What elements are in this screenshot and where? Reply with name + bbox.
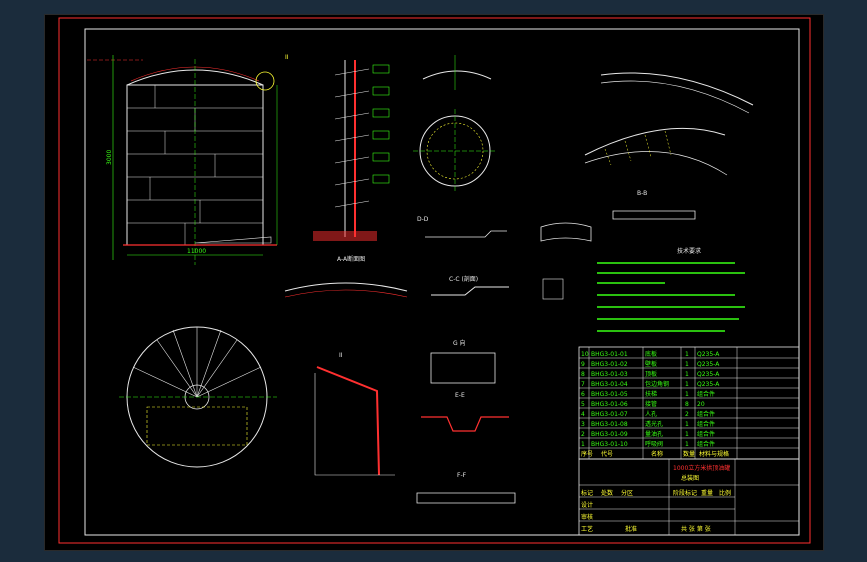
table-cell-name: 量油孔 — [645, 430, 663, 438]
tb-review: 审核 — [581, 513, 593, 521]
spiral-ladder-view — [313, 60, 390, 241]
table-cell-qty: 1 — [685, 431, 689, 438]
th-code: 代号 — [601, 450, 613, 458]
drawing-name: 总装图 — [681, 474, 699, 482]
view-details: G 向 E-E F-F — [416, 339, 516, 504]
table-cell-material: Q235-A — [697, 371, 720, 378]
table-row-index: 1 — [581, 441, 585, 448]
drawing-sheet: 3000 11000 II D-D B-B A-A断面图 C-C (剖面) 技术… — [44, 14, 824, 551]
base-dim: 11000 — [187, 248, 206, 255]
th-material: 材料与规格 — [699, 450, 729, 458]
table-cell-qty: 1 — [685, 441, 689, 448]
table-cell-name: 顶板 — [645, 370, 657, 378]
tb-scale: 比例 — [719, 489, 731, 497]
tb-label-marks: 标记 — [581, 489, 593, 497]
th-name: 名称 — [651, 450, 663, 458]
section-dd-label: D-D — [417, 216, 429, 223]
section-ee-label: E-E — [455, 392, 465, 399]
table-cell-code: BHG3-01-05 — [591, 391, 628, 398]
table-cell-name: 包边角钢 — [645, 380, 669, 388]
table-cell-qty: 1 — [685, 371, 689, 378]
manhole-plan: D-D — [413, 55, 507, 238]
table-cell-name: 人孔 — [645, 410, 657, 418]
table-row-index: 5 — [581, 401, 585, 408]
tb-label-zone: 分区 — [621, 489, 633, 497]
table-cell-code: BHG3-01-08 — [591, 421, 628, 428]
table-cell-code: BHG3-01-07 — [591, 411, 628, 418]
table-cell-code: BHG3-01-04 — [591, 381, 628, 388]
title-block: 1000立方米拱顶油罐 总装图 标记 处数 分区 设计 审核 工艺 批准 阶段标… — [578, 458, 800, 536]
table-cell-name: 底板 — [645, 350, 657, 358]
section-aa-label: A-A断面图 — [337, 255, 365, 263]
section-cc-label: C-C (剖面) — [449, 275, 478, 283]
table-row-index: 3 — [581, 421, 585, 428]
table-cell-material: 组合件 — [697, 410, 715, 418]
table-cell-code: BHG3-01-09 — [591, 431, 628, 438]
technical-notes: 技术要求 — [597, 247, 745, 332]
table-cell-material: 组合件 — [697, 440, 715, 448]
tb-approve: 批准 — [625, 525, 637, 533]
table-row-index: 10 — [581, 351, 589, 358]
tb-process: 工艺 — [581, 525, 593, 533]
table-cell-name: 壁板 — [645, 360, 657, 368]
table-cell-material: 组合件 — [697, 390, 715, 398]
height-dim: 3000 — [106, 150, 113, 165]
table-cell-qty: 1 — [685, 351, 689, 358]
table-cell-name: 呼吸阀 — [645, 440, 663, 448]
table-row-index: 2 — [581, 431, 585, 438]
table-cell-name: 接管 — [645, 400, 657, 408]
table-cell-qty: 1 — [685, 361, 689, 368]
table-cell-code: BHG3-01-02 — [591, 361, 628, 368]
table-cell-material: 组合件 — [697, 430, 715, 438]
table-cell-material: 组合件 — [697, 420, 715, 428]
detail-marker-ii: II — [285, 54, 289, 61]
table-row-index: 4 — [581, 411, 585, 418]
detail-ii: II — [314, 352, 395, 476]
cad-drawing: 3000 11000 II D-D B-B A-A断面图 C-C (剖面) 技术… — [58, 17, 811, 544]
th-qty: 数量 — [683, 450, 695, 458]
table-row-index: 8 — [581, 371, 585, 378]
tb-design: 设计 — [581, 501, 593, 509]
tb-stage: 阶段标记 — [673, 489, 697, 497]
table-cell-code: BHG3-01-06 — [591, 401, 628, 408]
table-row-index: 7 — [581, 381, 585, 388]
table-cell-name: 扶梯 — [645, 390, 657, 398]
detail-ii-label: II — [339, 352, 343, 359]
table-cell-name: 透光孔 — [645, 420, 663, 428]
tb-sheet-info: 共 张 第 张 — [681, 525, 711, 533]
table-cell-code: BHG3-01-01 — [591, 351, 628, 358]
project-name: 1000立方米拱顶油罐 — [673, 464, 730, 472]
table-cell-qty: 1 — [685, 391, 689, 398]
parts-table: 10 BHG3-01-01 底板 1 Q235-A 9 BHG3-01-02 壁板 1 Q235-… — [578, 346, 800, 460]
th-index: 序号 — [581, 450, 593, 458]
table-cell-material: Q235-A — [697, 361, 720, 368]
table-cell-code: BHG3-01-10 — [591, 441, 628, 448]
table-cell-qty: 1 — [685, 381, 689, 388]
section-ff-label: F-F — [457, 472, 467, 479]
table-row-index: 6 — [581, 391, 585, 398]
table-cell-material: 20 — [697, 401, 705, 408]
tank-elevation: 3000 11000 II — [87, 54, 289, 265]
view-g-label: G 向 — [453, 339, 466, 347]
notes-title: 技术要求 — [677, 247, 701, 255]
table-cell-qty: 1 — [685, 421, 689, 428]
table-cell-qty: 8 — [685, 401, 689, 408]
table-cell-material: Q235-A — [697, 381, 720, 388]
roof-arc-details: B-B — [584, 72, 754, 220]
table-row-index: 9 — [581, 361, 585, 368]
table-cell-material: Q235-A — [697, 351, 720, 358]
roof-plan — [119, 326, 277, 468]
tb-label-count: 处数 — [601, 489, 613, 497]
table-cell-qty: 2 — [685, 411, 689, 418]
table-cell-code: BHG3-01-03 — [591, 371, 628, 378]
section-bb-label: B-B — [637, 190, 647, 197]
tb-weight: 重量 — [701, 489, 713, 497]
